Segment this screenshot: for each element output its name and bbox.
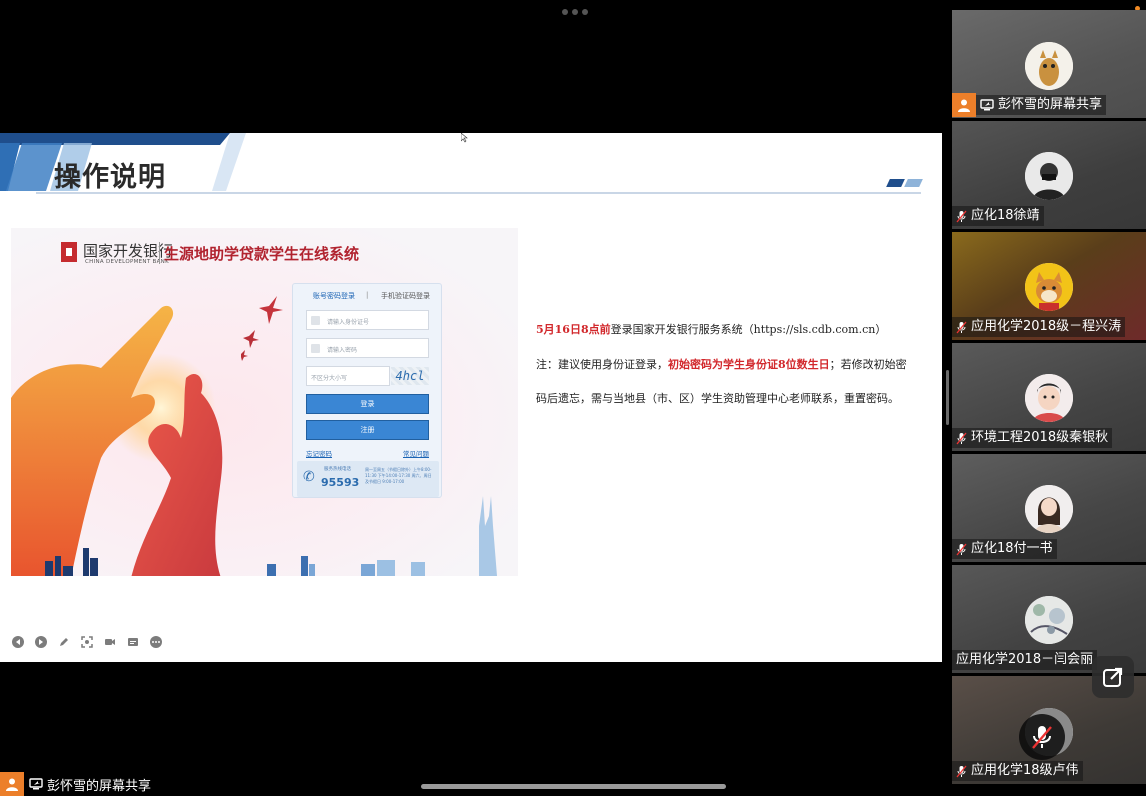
instruction-line-2-prefix: 注：建议使用身份证登录， bbox=[536, 358, 668, 371]
title-accent-dark bbox=[886, 179, 905, 187]
instruction-line-1-rest: 登录国家开发银行服务系统（https://sls.cdb.com.cn） bbox=[610, 323, 887, 336]
id-number-placeholder: 请输入身份证号 bbox=[327, 319, 370, 326]
shared-slide: 操作说明 国家开发银行 CHINA DEVELOPMENT BANK 生源地助学… bbox=[0, 133, 942, 662]
tab-account-password[interactable]: 账号密码登录 bbox=[313, 291, 355, 301]
tab-separator: | bbox=[366, 291, 369, 299]
hotline-hours: 周一至周五（节假日除外）上午8:00-11:30 下午14:00-17:30 周… bbox=[365, 467, 432, 484]
tab-phone-code[interactable]: 手机验证码登录 bbox=[381, 291, 430, 301]
focus-icon[interactable] bbox=[81, 636, 93, 648]
participant-name: 应用化学2018级－程兴涛 bbox=[971, 319, 1122, 334]
phone-icon: ✆ bbox=[303, 469, 315, 485]
camera-icon[interactable] bbox=[104, 636, 116, 648]
instruction-line-1: 5月16日8点前登录国家开发银行服务系统（https://sls.cdb.com… bbox=[536, 321, 886, 337]
slide-header: 操作说明 bbox=[0, 133, 942, 197]
tile-name-bar: 应用化学2018－闫会丽 bbox=[952, 650, 1098, 670]
system-title: 生源地助学贷款学生在线系统 bbox=[164, 245, 360, 263]
shiba-dog-avatar bbox=[1025, 263, 1073, 311]
share-person-icon bbox=[952, 93, 976, 117]
previous-slide-icon[interactable] bbox=[12, 636, 24, 648]
login-tabs: 账号密码登录 | 手机验证码登录 bbox=[293, 291, 443, 305]
bottom-share-text: 彭怀雪的屏幕共享 bbox=[47, 778, 152, 794]
cat-avatar bbox=[1025, 42, 1073, 90]
meeting-window: 操作说明 国家开发银行 CHINA DEVELOPMENT BANK 生源地助学… bbox=[0, 0, 1146, 796]
participant-tile[interactable]: 应用化学2018级－程兴涛 bbox=[952, 232, 1146, 340]
hotline-label: 服务热线电话 bbox=[324, 467, 351, 472]
tile-name-bar: 应用化学18级卢伟 bbox=[952, 761, 1083, 781]
password-placeholder: 请输入密码 bbox=[327, 347, 358, 354]
window-drag-handle[interactable] bbox=[562, 9, 588, 15]
bank-logo-icon bbox=[61, 242, 77, 262]
tile-name-bar: 彭怀雪的屏幕共享 bbox=[952, 93, 1107, 117]
slide-title: 操作说明 bbox=[54, 162, 166, 193]
screen-share-icon bbox=[29, 778, 43, 790]
next-slide-icon[interactable] bbox=[35, 636, 47, 648]
user-icon bbox=[311, 316, 320, 325]
slide-controls bbox=[12, 636, 162, 648]
mouse-cursor-icon bbox=[461, 133, 468, 143]
participant-name: 应用化学2018－闫会丽 bbox=[956, 652, 1094, 667]
bottom-share-label: 彭怀雪的屏幕共享 bbox=[29, 775, 151, 794]
masked-person-avatar bbox=[1025, 152, 1073, 200]
share-person-icon bbox=[0, 772, 24, 796]
faq-link[interactable]: 常见问题 bbox=[403, 448, 429, 458]
participant-name: 应用化学18级卢伟 bbox=[971, 763, 1079, 778]
muted-mic-icon bbox=[956, 543, 967, 555]
birds-illustration bbox=[241, 296, 283, 361]
participant-tile[interactable]: 应化18付一书 bbox=[952, 454, 1146, 562]
participant-name: 应化18徐靖 bbox=[971, 208, 1040, 223]
deadline-text: 5月16日8点前 bbox=[536, 323, 611, 336]
participant-name: 环境工程2018级秦银秋 bbox=[971, 430, 1109, 445]
sketch-avatar bbox=[1025, 596, 1073, 644]
lock-icon bbox=[311, 344, 320, 353]
panel-scrollbar[interactable] bbox=[946, 370, 949, 425]
register-button[interactable]: 注册 bbox=[306, 420, 429, 440]
captcha-image[interactable]: 4hcl bbox=[391, 367, 429, 385]
girl-photo-avatar bbox=[1025, 485, 1073, 533]
bottom-share-indicator[interactable]: 彭怀雪的屏幕共享 bbox=[0, 772, 151, 796]
home-indicator[interactable] bbox=[421, 784, 726, 789]
title-accent-light bbox=[904, 179, 923, 187]
instruction-line-3-text: 码后遗忘，需与当地县（市、区）学生资助管理中心老师联系，重置密码。 bbox=[536, 392, 899, 405]
participant-name: 彭怀雪的屏幕共享 bbox=[998, 97, 1103, 112]
participant-tile[interactable]: 环境工程2018级秦银秋 bbox=[952, 343, 1146, 451]
participant-tile[interactable]: 彭怀雪的屏幕共享 bbox=[952, 10, 1146, 118]
bank-login-screenshot: 国家开发银行 CHINA DEVELOPMENT BANK 生源地助学贷款学生在… bbox=[11, 228, 518, 576]
tile-name-bar: 应用化学2018级－程兴涛 bbox=[952, 317, 1126, 337]
bank-divider bbox=[159, 242, 160, 264]
tile-name-bar: 应化18付一书 bbox=[952, 539, 1057, 559]
cartoon-boy-avatar bbox=[1025, 374, 1073, 422]
expand-icon[interactable] bbox=[1092, 656, 1134, 698]
muted-mic-icon bbox=[956, 210, 967, 222]
id-number-field[interactable]: 请输入身份证号 bbox=[306, 310, 429, 330]
title-underline bbox=[36, 192, 921, 194]
city-skyline-illustration bbox=[45, 496, 497, 576]
big-muted-mic-icon bbox=[1019, 714, 1065, 760]
more-icon[interactable] bbox=[150, 636, 162, 648]
subtitles-icon[interactable] bbox=[127, 636, 139, 648]
screen-share-icon bbox=[980, 99, 994, 111]
participant-name: 应化18付一书 bbox=[971, 541, 1053, 556]
instruction-line-2-rest: ；若修改初始密 bbox=[829, 358, 907, 371]
captcha-field[interactable]: 不区分大小写 bbox=[306, 366, 390, 386]
pen-icon[interactable] bbox=[58, 636, 70, 648]
instruction-line-3: 码后遗忘，需与当地县（市、区）学生资助管理中心老师联系，重置密码。 bbox=[536, 390, 899, 406]
password-field[interactable]: 请输入密码 bbox=[306, 338, 429, 358]
login-button[interactable]: 登录 bbox=[306, 394, 429, 414]
muted-mic-icon bbox=[956, 321, 967, 333]
tile-name-bar: 环境工程2018级秦银秋 bbox=[952, 428, 1113, 448]
tile-name-bar: 应化18徐靖 bbox=[952, 206, 1044, 226]
muted-mic-icon bbox=[956, 765, 967, 777]
captcha-placeholder: 不区分大小写 bbox=[311, 375, 348, 382]
bank-name-en: CHINA DEVELOPMENT BANK bbox=[85, 259, 169, 265]
instruction-line-2: 注：建议使用身份证登录，初始密码为学生身份证8位数生日；若修改初始密 bbox=[536, 356, 907, 372]
forgot-password-link[interactable]: 忘记密码 bbox=[306, 448, 332, 458]
muted-mic-icon bbox=[956, 432, 967, 444]
login-card: 账号密码登录 | 手机验证码登录 请输入身份证号 请输入密码 不区分大小写 4h… bbox=[292, 283, 442, 498]
participant-tile[interactable]: 应化18徐靖 bbox=[952, 121, 1146, 229]
initial-password-note: 初始密码为学生身份证8位数生日 bbox=[668, 358, 830, 371]
